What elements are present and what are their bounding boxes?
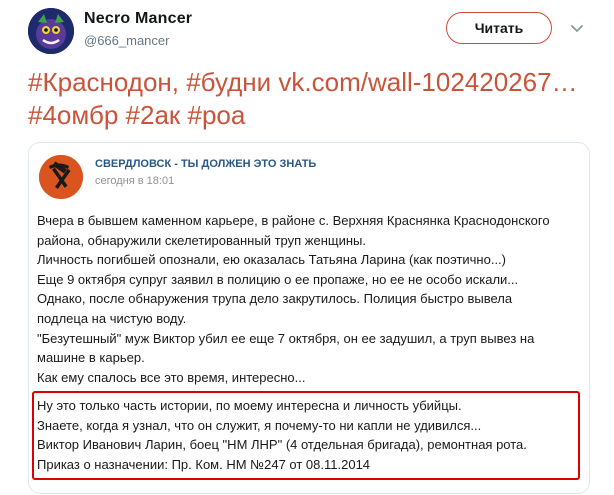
avatar[interactable] <box>28 8 74 54</box>
post-line: "Безутешный" муж Виктор убил ее еще 7 ок… <box>37 330 535 346</box>
post-author: СВЕРДЛОВСК - ТЫ ДОЛЖЕН ЭТО ЗНАТЬ <box>95 158 317 170</box>
post-time: сегодня в 18:01 <box>95 175 175 187</box>
post-body: Вчера в бывшем каменном карьере, в район… <box>37 211 577 387</box>
hammer-pick-icon <box>39 155 83 199</box>
embedded-post-card[interactable]: СВЕРДЛОВСК - ТЫ ДОЛЖЕН ЭТО ЗНАТЬ сегодня… <box>28 142 590 494</box>
tweet-text[interactable]: #Краснодон, #будни vk.com/wall-102420267… <box>28 66 588 132</box>
avatar-image <box>28 8 74 54</box>
post-line: Как ему спалось все это время, интересно… <box>37 369 306 385</box>
highlighted-line: Виктор Иванович Ларин, боец "НМ ЛНР" (4 … <box>37 437 527 453</box>
post-line: Личность погибшей опознали, ею оказалась… <box>37 252 507 268</box>
highlighted-line: Приказ о назначении: Пр. Ком. НМ №247 от… <box>37 456 371 472</box>
highlighted-line: Знаете, когда я узнал, что он служит, я … <box>37 417 482 433</box>
highlighted-line: Ну это только часть истории, по моему ин… <box>37 398 462 413</box>
highlighted-text: Ну это только часть истории, по моему ин… <box>37 396 577 474</box>
display-name[interactable]: Necro Mancer <box>84 10 192 28</box>
post-line: машине в карьер. <box>37 350 145 366</box>
user-handle[interactable]: @666_mancer <box>84 33 169 48</box>
post-line: района, обнаружили скелетированный труп … <box>37 232 366 248</box>
post-line: Еще 9 октября супруг заявил в полицию о … <box>37 271 519 287</box>
follow-button[interactable]: Читать <box>446 12 552 44</box>
post-line: подлеца на чистую воду. <box>37 310 187 326</box>
post-line: Вчера в бывшем каменном карьере, в район… <box>37 213 550 228</box>
chevron-down-icon[interactable] <box>570 22 584 36</box>
post-avatar <box>39 155 83 199</box>
post-line: Однако, после обнаружения трупа дело зак… <box>37 291 513 307</box>
